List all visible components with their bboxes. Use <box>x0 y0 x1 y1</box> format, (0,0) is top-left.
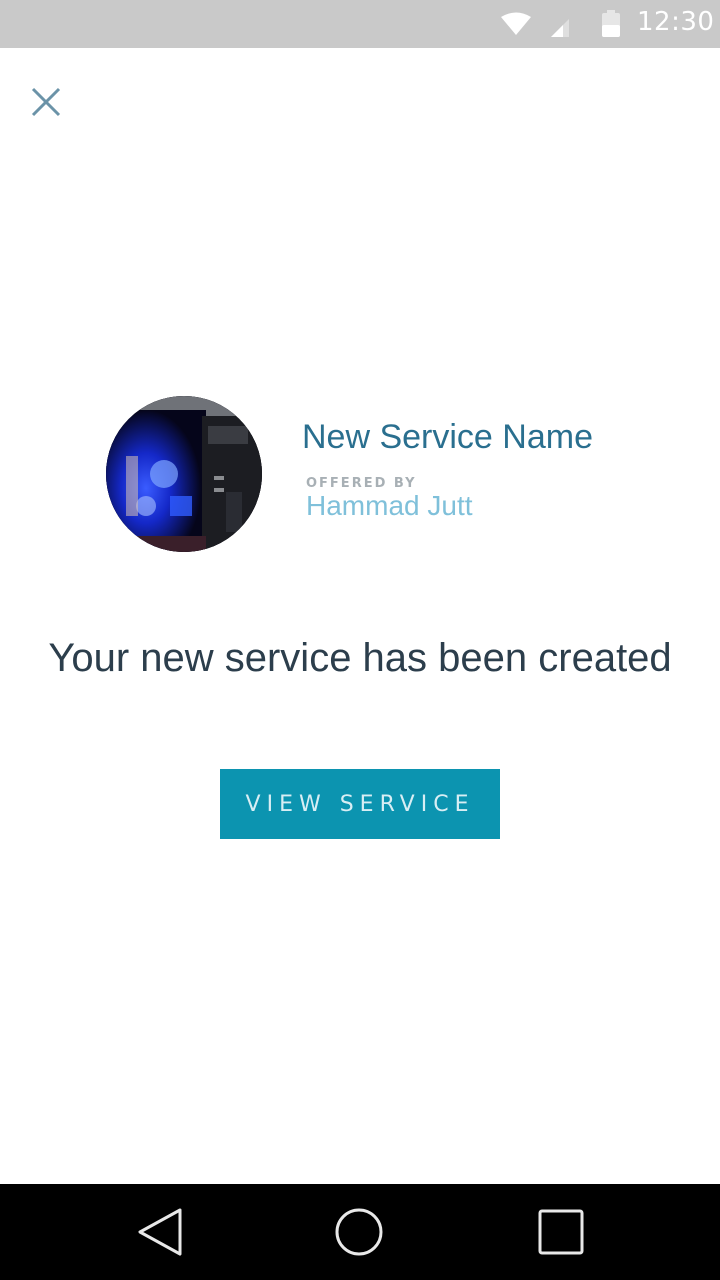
recents-icon <box>533 1209 589 1264</box>
close-icon <box>31 87 61 121</box>
confirmation-message: Your new service has been created <box>48 636 672 680</box>
status-time: 12:30 <box>637 7 715 37</box>
status-bar: 12:30 <box>0 0 720 48</box>
back-icon <box>132 1208 188 1264</box>
service-summary: New Service Name OFFERED BY Hammad Jutt <box>106 396 626 554</box>
service-created-screen: 12:30 New Service Name OFFERED BY Hammad… <box>0 0 720 1280</box>
wifi-icon <box>500 12 532 40</box>
offered-by-label: OFFERED BY <box>306 476 417 491</box>
home-icon <box>331 1208 387 1264</box>
cell-signal-icon <box>550 18 572 42</box>
service-name: New Service Name <box>302 418 593 456</box>
view-service-button[interactable]: VIEW SERVICE <box>220 769 500 839</box>
close-button[interactable] <box>22 80 70 128</box>
provider-name[interactable]: Hammad Jutt <box>306 490 473 522</box>
recents-button[interactable] <box>533 1204 589 1260</box>
navigation-bar <box>0 1184 720 1280</box>
back-button[interactable] <box>132 1204 188 1260</box>
battery-icon <box>601 10 621 42</box>
home-button[interactable] <box>331 1204 387 1260</box>
service-image <box>106 396 262 552</box>
